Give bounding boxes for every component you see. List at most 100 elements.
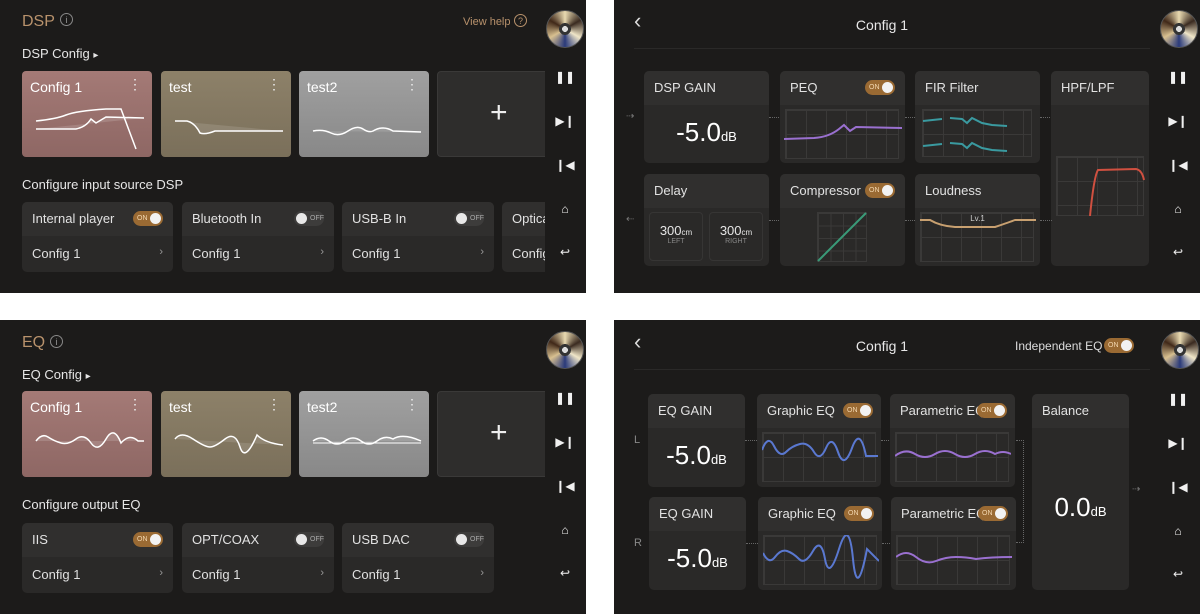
- source-card[interactable]: USB-B In OFF Config 1 ›: [342, 202, 494, 272]
- home-icon[interactable]: ⌂: [1168, 202, 1188, 216]
- dsp-gain-card[interactable]: DSP GAIN -5.0dB: [644, 71, 769, 163]
- independent-eq-toggle[interactable]: ON: [1104, 338, 1134, 353]
- card-title: EQ GAIN: [649, 497, 746, 531]
- back-icon[interactable]: ↩: [1168, 245, 1188, 259]
- parametric-eq-card-left[interactable]: Parametric EQ ON: [890, 394, 1015, 487]
- chevron-right-icon: ›: [159, 567, 163, 579]
- more-icon[interactable]: ⋮: [267, 77, 281, 91]
- home-icon[interactable]: ⌂: [1168, 524, 1188, 538]
- eq-gain-card-left[interactable]: EQ GAIN -5.0dB: [648, 394, 745, 487]
- home-icon[interactable]: ⌂: [555, 523, 575, 537]
- help-icon[interactable]: ?: [514, 14, 527, 27]
- skip-previous-icon[interactable]: ❙◀: [555, 479, 575, 493]
- pause-icon[interactable]: ❚❚: [1168, 70, 1188, 84]
- graphic-eq-curve: [763, 535, 879, 579]
- output-card[interactable]: OPT/COAX OFF Config 1 ›: [182, 523, 334, 593]
- play-arrow-icon: ▸: [93, 50, 99, 61]
- back-icon[interactable]: ↩: [1168, 567, 1188, 581]
- skip-next-icon[interactable]: ▶❙: [1168, 114, 1188, 128]
- skip-next-icon[interactable]: ▶❙: [555, 114, 575, 128]
- compressor-card[interactable]: Compressor ON: [780, 174, 905, 266]
- album-art-avatar[interactable]: [546, 10, 584, 48]
- toggle-switch[interactable]: ON: [865, 80, 895, 95]
- toggle-switch[interactable]: ON: [843, 403, 873, 418]
- more-icon[interactable]: ⋮: [405, 77, 419, 91]
- output-arrow-icon: ⇢: [1132, 484, 1141, 495]
- add-config-button[interactable]: +: [437, 391, 557, 477]
- fir-filter-card[interactable]: FIR Filter: [915, 71, 1040, 163]
- delay-card[interactable]: Delay 300cm LEFT 300cm RIGHT: [644, 174, 769, 266]
- section-title: Configure output EQ: [22, 497, 141, 512]
- config-card[interactable]: test2 ⋮: [299, 391, 429, 477]
- toggle-switch[interactable]: ON: [133, 211, 163, 226]
- section-title[interactable]: EQ Config ▸: [22, 367, 91, 382]
- loudness-card[interactable]: Loudness Lv.1: [915, 174, 1040, 266]
- view-help-link[interactable]: View help: [463, 16, 511, 28]
- toggle-switch[interactable]: OFF: [454, 532, 484, 547]
- more-icon[interactable]: ⋮: [267, 397, 281, 411]
- card-title: HPF/LPF: [1051, 71, 1149, 105]
- source-card[interactable]: Internal player ON Config 1 ›: [22, 202, 173, 272]
- toggle-switch[interactable]: OFF: [294, 211, 324, 226]
- back-icon[interactable]: ↩: [555, 245, 575, 259]
- pause-icon[interactable]: ❚❚: [1168, 392, 1188, 406]
- plus-icon: +: [490, 416, 508, 449]
- config-card[interactable]: test ⋮: [161, 391, 291, 477]
- info-icon[interactable]: i: [50, 335, 63, 348]
- output-card[interactable]: IIS ON Config 1 ›: [22, 523, 173, 593]
- config-card[interactable]: Config 1 ⋮: [22, 71, 152, 157]
- source-card[interactable]: Bluetooth In OFF Config 1 ›: [182, 202, 334, 272]
- source-name: USB-B In: [352, 211, 407, 226]
- section-title[interactable]: DSP Config ▸: [22, 46, 98, 61]
- eq-gain-card-right[interactable]: EQ GAIN -5.0dB: [649, 497, 746, 590]
- section-title: Configure input source DSP: [22, 177, 184, 192]
- config-card[interactable]: test ⋮: [161, 71, 291, 157]
- unit: dB: [711, 555, 728, 570]
- toggle-switch[interactable]: OFF: [294, 532, 324, 547]
- home-icon[interactable]: ⌂: [555, 202, 575, 216]
- config-value: Config 1: [32, 567, 81, 582]
- peq-card[interactable]: PEQ ON: [780, 71, 905, 163]
- skip-previous-icon[interactable]: ❙◀: [1168, 480, 1188, 494]
- config-card[interactable]: test2 ⋮: [299, 71, 429, 157]
- info-icon[interactable]: i: [60, 13, 73, 26]
- toggle-switch[interactable]: ON: [133, 532, 163, 547]
- skip-previous-icon[interactable]: ❙◀: [555, 158, 575, 172]
- toggle-switch[interactable]: ON: [865, 183, 895, 198]
- config-name: test: [169, 79, 192, 95]
- parametric-eq-card-right[interactable]: Parametric EQ ON: [891, 497, 1016, 590]
- toggle-switch[interactable]: ON: [977, 403, 1007, 418]
- pause-icon[interactable]: ❚❚: [555, 70, 575, 84]
- toggle-switch[interactable]: ON: [978, 506, 1008, 521]
- add-config-button[interactable]: +: [437, 71, 557, 157]
- parametric-eq-curve: [896, 552, 1012, 564]
- album-art-avatar[interactable]: [1161, 331, 1199, 369]
- album-art-avatar[interactable]: [546, 331, 584, 369]
- chevron-right-icon: ›: [320, 246, 324, 258]
- balance-card[interactable]: Balance 0.0dB: [1032, 394, 1129, 590]
- toggle-switch[interactable]: OFF: [454, 211, 484, 226]
- pause-icon[interactable]: ❚❚: [555, 391, 575, 405]
- delay-left[interactable]: 300cm LEFT: [649, 212, 703, 261]
- graphic-eq-card-right[interactable]: Graphic EQ ON: [758, 497, 882, 590]
- skip-next-icon[interactable]: ▶❙: [1168, 436, 1188, 450]
- gain-value: -5.0: [666, 440, 711, 470]
- more-icon[interactable]: ⋮: [128, 397, 142, 411]
- toggle-switch[interactable]: ON: [844, 506, 874, 521]
- output-card[interactable]: USB DAC OFF Config 1 ›: [342, 523, 494, 593]
- delay-right[interactable]: 300cm RIGHT: [709, 212, 763, 261]
- skip-next-icon[interactable]: ▶❙: [555, 435, 575, 449]
- page-title: DSP: [22, 13, 55, 30]
- skip-previous-icon[interactable]: ❙◀: [1168, 158, 1188, 172]
- hpf-lpf-card[interactable]: HPF/LPF: [1051, 71, 1149, 266]
- graphic-eq-card-left[interactable]: Graphic EQ ON: [757, 394, 881, 487]
- album-art-avatar[interactable]: [1160, 10, 1198, 48]
- source-name: Bluetooth In: [192, 211, 262, 226]
- config-card[interactable]: Config 1 ⋮: [22, 391, 152, 477]
- card-title: Parametric EQ: [901, 506, 987, 521]
- more-icon[interactable]: ⋮: [128, 77, 142, 91]
- more-icon[interactable]: ⋮: [405, 397, 419, 411]
- back-icon[interactable]: ↩: [555, 566, 575, 580]
- chevron-right-icon: ›: [480, 246, 484, 258]
- loudness-level: Lv.1: [970, 214, 985, 223]
